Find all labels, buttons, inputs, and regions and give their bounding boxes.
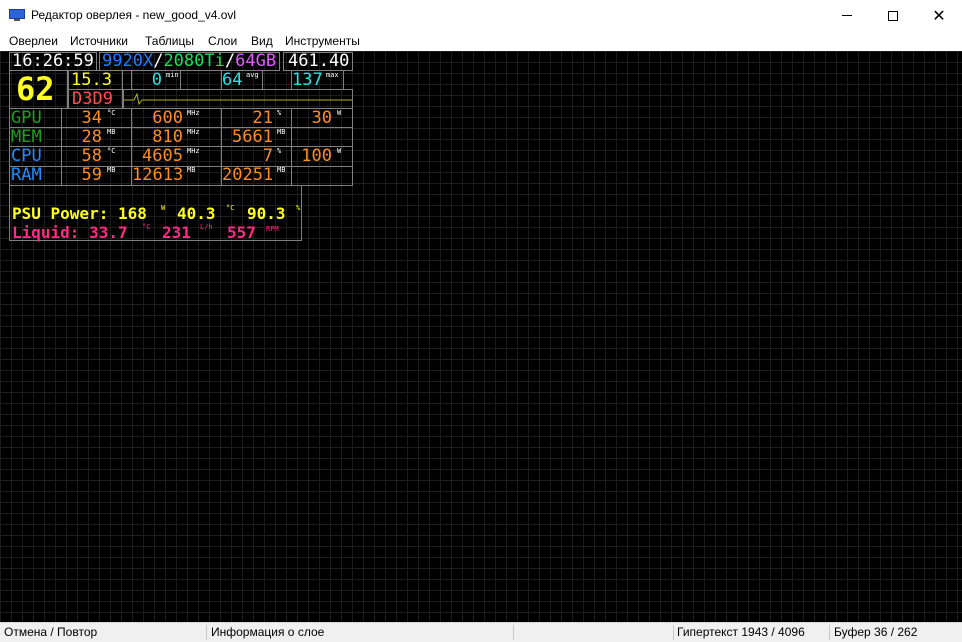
maximize-button[interactable]: [870, 0, 916, 31]
overlay-canvas[interactable]: 16:26:59 9920X/2080Ti/64GB 461.40 62 15.…: [0, 51, 962, 622]
cpu-clock: 4605: [142, 146, 183, 166]
psu-temp-unit: °C: [226, 204, 235, 212]
ram-used-unit: MB: [187, 166, 196, 174]
frametime-total: 461.40: [288, 51, 350, 71]
clock-text: 16:26:59: [12, 51, 94, 71]
psu-power-unit: W: [161, 204, 166, 212]
system-info: 9920X/2080Ti/64GB: [102, 53, 276, 70]
gpu-clock: 600: [152, 108, 183, 128]
cpu-model: 9920X: [102, 51, 154, 71]
frametime-value: 15.3: [71, 70, 112, 90]
ram-load-unit: MB: [107, 166, 116, 174]
psu-line: PSU Power: 168: [12, 206, 147, 222]
separator: /: [153, 51, 164, 71]
menu-layers[interactable]: Слои: [208, 34, 237, 48]
menu-bar: Оверлеи Источники Таблицы Слои Вид Инстр…: [0, 31, 962, 51]
gpu-label: GPU: [11, 108, 42, 128]
mem-clock-unit: MHz: [187, 128, 200, 136]
fps-avg-unit: avg: [246, 71, 259, 79]
psu-label: PSU Power:: [12, 204, 109, 223]
liquid-temp: 33.7: [89, 223, 128, 242]
ram-commit: 20251: [222, 165, 274, 185]
cpu-label: CPU: [11, 146, 42, 166]
ram-commit-unit: MB: [277, 166, 286, 174]
minimize-icon: [842, 15, 852, 16]
close-icon: ✕: [932, 7, 946, 25]
mem-used-unit: MB: [277, 128, 286, 136]
fps-min-value: 0: [151, 70, 162, 90]
gpu-load: 21: [252, 108, 273, 128]
gpu-temp: 34: [81, 108, 102, 128]
liquid-flow-unit: L/h: [200, 223, 213, 231]
psu-load-unit: %: [296, 204, 301, 212]
mem-clock: 810: [152, 127, 183, 147]
separator: /: [224, 51, 236, 71]
cpu-temp-unit: °C: [107, 147, 116, 155]
status-hypertext: Гипертекст 1943 / 4096: [677, 625, 805, 639]
mem-used: 5661: [232, 127, 273, 147]
menu-sources[interactable]: Источники: [70, 34, 128, 48]
psu-temp: 40.3: [177, 204, 216, 223]
cpu-power-unit: W: [337, 147, 342, 155]
ram-load: 59: [81, 165, 102, 185]
status-bar: Отмена / Повтор Информация о слое Гиперт…: [0, 622, 962, 642]
frametime-graph: [124, 92, 352, 106]
menu-tools[interactable]: Инструменты: [285, 34, 360, 48]
psu-load: 90.3: [247, 204, 286, 223]
status-undo-redo: Отмена / Повтор: [4, 625, 98, 639]
menu-view[interactable]: Вид: [251, 34, 273, 48]
cpu-power: 100: [301, 146, 332, 166]
fps-avg-value: 64: [222, 70, 243, 90]
fps-value: 62: [16, 70, 55, 108]
ram-size: 64GB: [235, 51, 277, 71]
gpu-power-unit: W: [337, 109, 342, 117]
liquid-label: Liquid:: [12, 223, 80, 242]
cpu-clock-unit: MHz: [187, 147, 200, 155]
title-bar: Редактор оверлея - new_good_v4.ovl ✕: [0, 0, 962, 31]
cpu-load-unit: %: [277, 147, 282, 155]
status-buffer: Буфер 36 / 262: [834, 625, 918, 639]
fps-max-unit: max: [326, 71, 339, 79]
gpu-power: 30: [311, 108, 332, 128]
ram-label: RAM: [11, 165, 42, 185]
cpu-temp: 58: [81, 146, 102, 166]
menu-overlays[interactable]: Оверлеи: [9, 34, 58, 48]
gpu-load-unit: %: [277, 109, 282, 117]
cpu-load: 7: [262, 146, 273, 166]
liquid-temp-unit: °C: [142, 223, 151, 231]
api-value: D3D9: [72, 89, 113, 109]
mem-label: MEM: [11, 127, 42, 147]
liquid-line: Liquid: 33.7: [12, 225, 128, 241]
close-button[interactable]: ✕: [916, 0, 962, 31]
gpu-temp-unit: °C: [107, 109, 116, 117]
mem-vram-unit: MB: [107, 128, 116, 136]
gpu-clock-unit: MHz: [187, 109, 200, 117]
psu-power: 168: [117, 204, 147, 223]
window-title: Редактор оверлея - new_good_v4.ovl: [31, 8, 237, 22]
gpu-model: 2080Ti: [163, 51, 225, 71]
liquid-rpm: 557: [227, 223, 256, 242]
fps-max-value: 137: [292, 70, 323, 90]
monitor-icon: [9, 9, 25, 21]
menu-tables[interactable]: Таблицы: [145, 34, 194, 48]
minimize-button[interactable]: [824, 0, 870, 31]
liquid-rpm-unit: RPM: [266, 225, 279, 233]
liquid-flow: 231: [162, 223, 191, 242]
status-layer-info: Информация о слое: [211, 625, 325, 639]
maximize-icon: [888, 10, 898, 21]
mem-vram: 28: [81, 127, 102, 147]
ram-used: 12613: [132, 165, 184, 185]
fps-min-unit: min: [166, 71, 179, 79]
